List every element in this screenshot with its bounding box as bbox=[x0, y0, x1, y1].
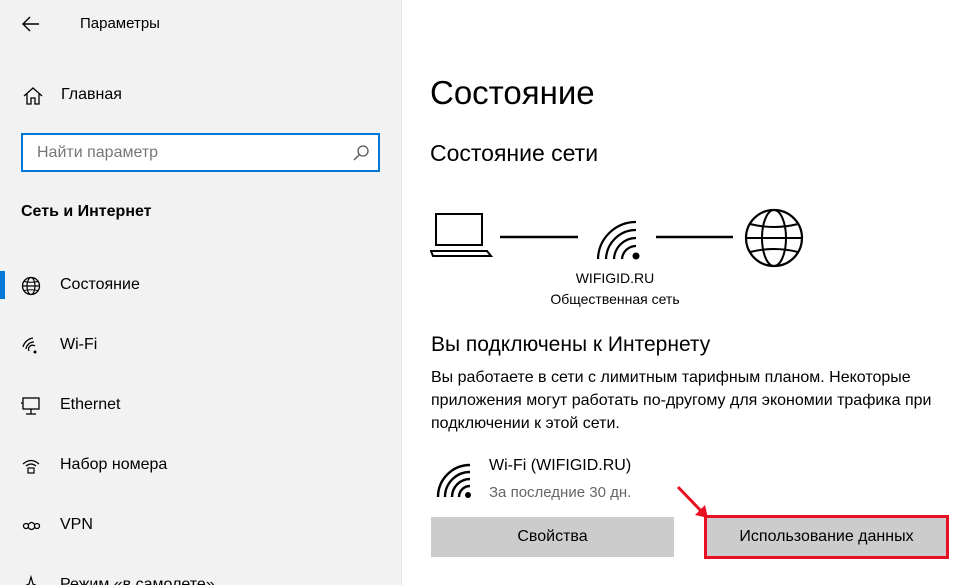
data-usage-button[interactable]: Использование данных bbox=[704, 515, 949, 559]
page-title: Состояние bbox=[430, 74, 595, 111]
globe-internet-icon bbox=[744, 208, 804, 268]
sidebar-item-label: Состояние bbox=[60, 276, 140, 293]
wifi-network-icon bbox=[596, 220, 640, 260]
vpn-icon bbox=[22, 521, 41, 531]
sidebar-item-vpn[interactable]: VPN bbox=[0, 505, 402, 545]
network-name: WIFIGID.RU bbox=[575, 270, 655, 286]
dialup-icon bbox=[22, 459, 40, 474]
network-diagram bbox=[430, 208, 804, 268]
sidebar-item-wifi[interactable]: Wi-Fi bbox=[0, 325, 402, 365]
properties-button[interactable]: Свойства bbox=[431, 517, 674, 557]
sidebar-item-label: Wi-Fi bbox=[60, 336, 98, 353]
sidebar-item-label: VPN bbox=[60, 516, 93, 533]
back-button[interactable] bbox=[18, 12, 44, 36]
connection-name: Wi-Fi (WIFIGID.RU) bbox=[489, 457, 632, 474]
highlight-arrow-icon bbox=[676, 485, 708, 518]
search-box[interactable] bbox=[21, 133, 380, 172]
ethernet-icon bbox=[21, 397, 40, 415]
connection-period: За последние 30 дн. bbox=[489, 484, 632, 501]
laptop-icon bbox=[430, 213, 494, 257]
network-type: Общественная сеть bbox=[550, 291, 680, 307]
wifi-connection-icon bbox=[436, 463, 471, 498]
network-status-title: Состояние сети bbox=[430, 140, 599, 166]
sidebar-item-label: Ethernet bbox=[60, 396, 121, 413]
airplane-icon bbox=[25, 575, 37, 585]
wifi-icon bbox=[22, 337, 37, 354]
connected-status-title: Вы подключены к Интернету bbox=[431, 333, 711, 356]
sidebar-item-label: Набор номера bbox=[60, 456, 168, 473]
home-icon bbox=[23, 87, 43, 105]
sidebar: Параметры Главная Сеть и Интернет Состоя… bbox=[0, 0, 402, 585]
metered-description: Вы работаете в сети с лимитным тарифным … bbox=[431, 369, 932, 432]
sidebar-item-ethernet[interactable]: Ethernet bbox=[0, 385, 402, 425]
search-input[interactable] bbox=[23, 135, 343, 170]
sidebar-item-dialup[interactable]: Набор номера bbox=[0, 445, 402, 485]
main-content: Состояние Состояние сети WIFIGID.RU Обще… bbox=[402, 0, 975, 585]
sidebar-item-label: Режим «в самолете» bbox=[60, 576, 215, 585]
sidebar-item-label: Главная bbox=[61, 86, 122, 103]
sidebar-item-airplane[interactable]: Режим «в самолете» bbox=[0, 565, 402, 585]
sidebar-item-home[interactable]: Главная bbox=[0, 76, 402, 116]
sidebar-item-status[interactable]: Состояние bbox=[0, 265, 402, 305]
active-indicator bbox=[0, 271, 5, 299]
search-icon[interactable] bbox=[352, 144, 370, 162]
globe-icon bbox=[21, 276, 41, 296]
section-title: Сеть и Интернет bbox=[21, 203, 152, 220]
back-arrow-icon bbox=[22, 16, 39, 32]
app-title: Параметры bbox=[80, 15, 160, 32]
